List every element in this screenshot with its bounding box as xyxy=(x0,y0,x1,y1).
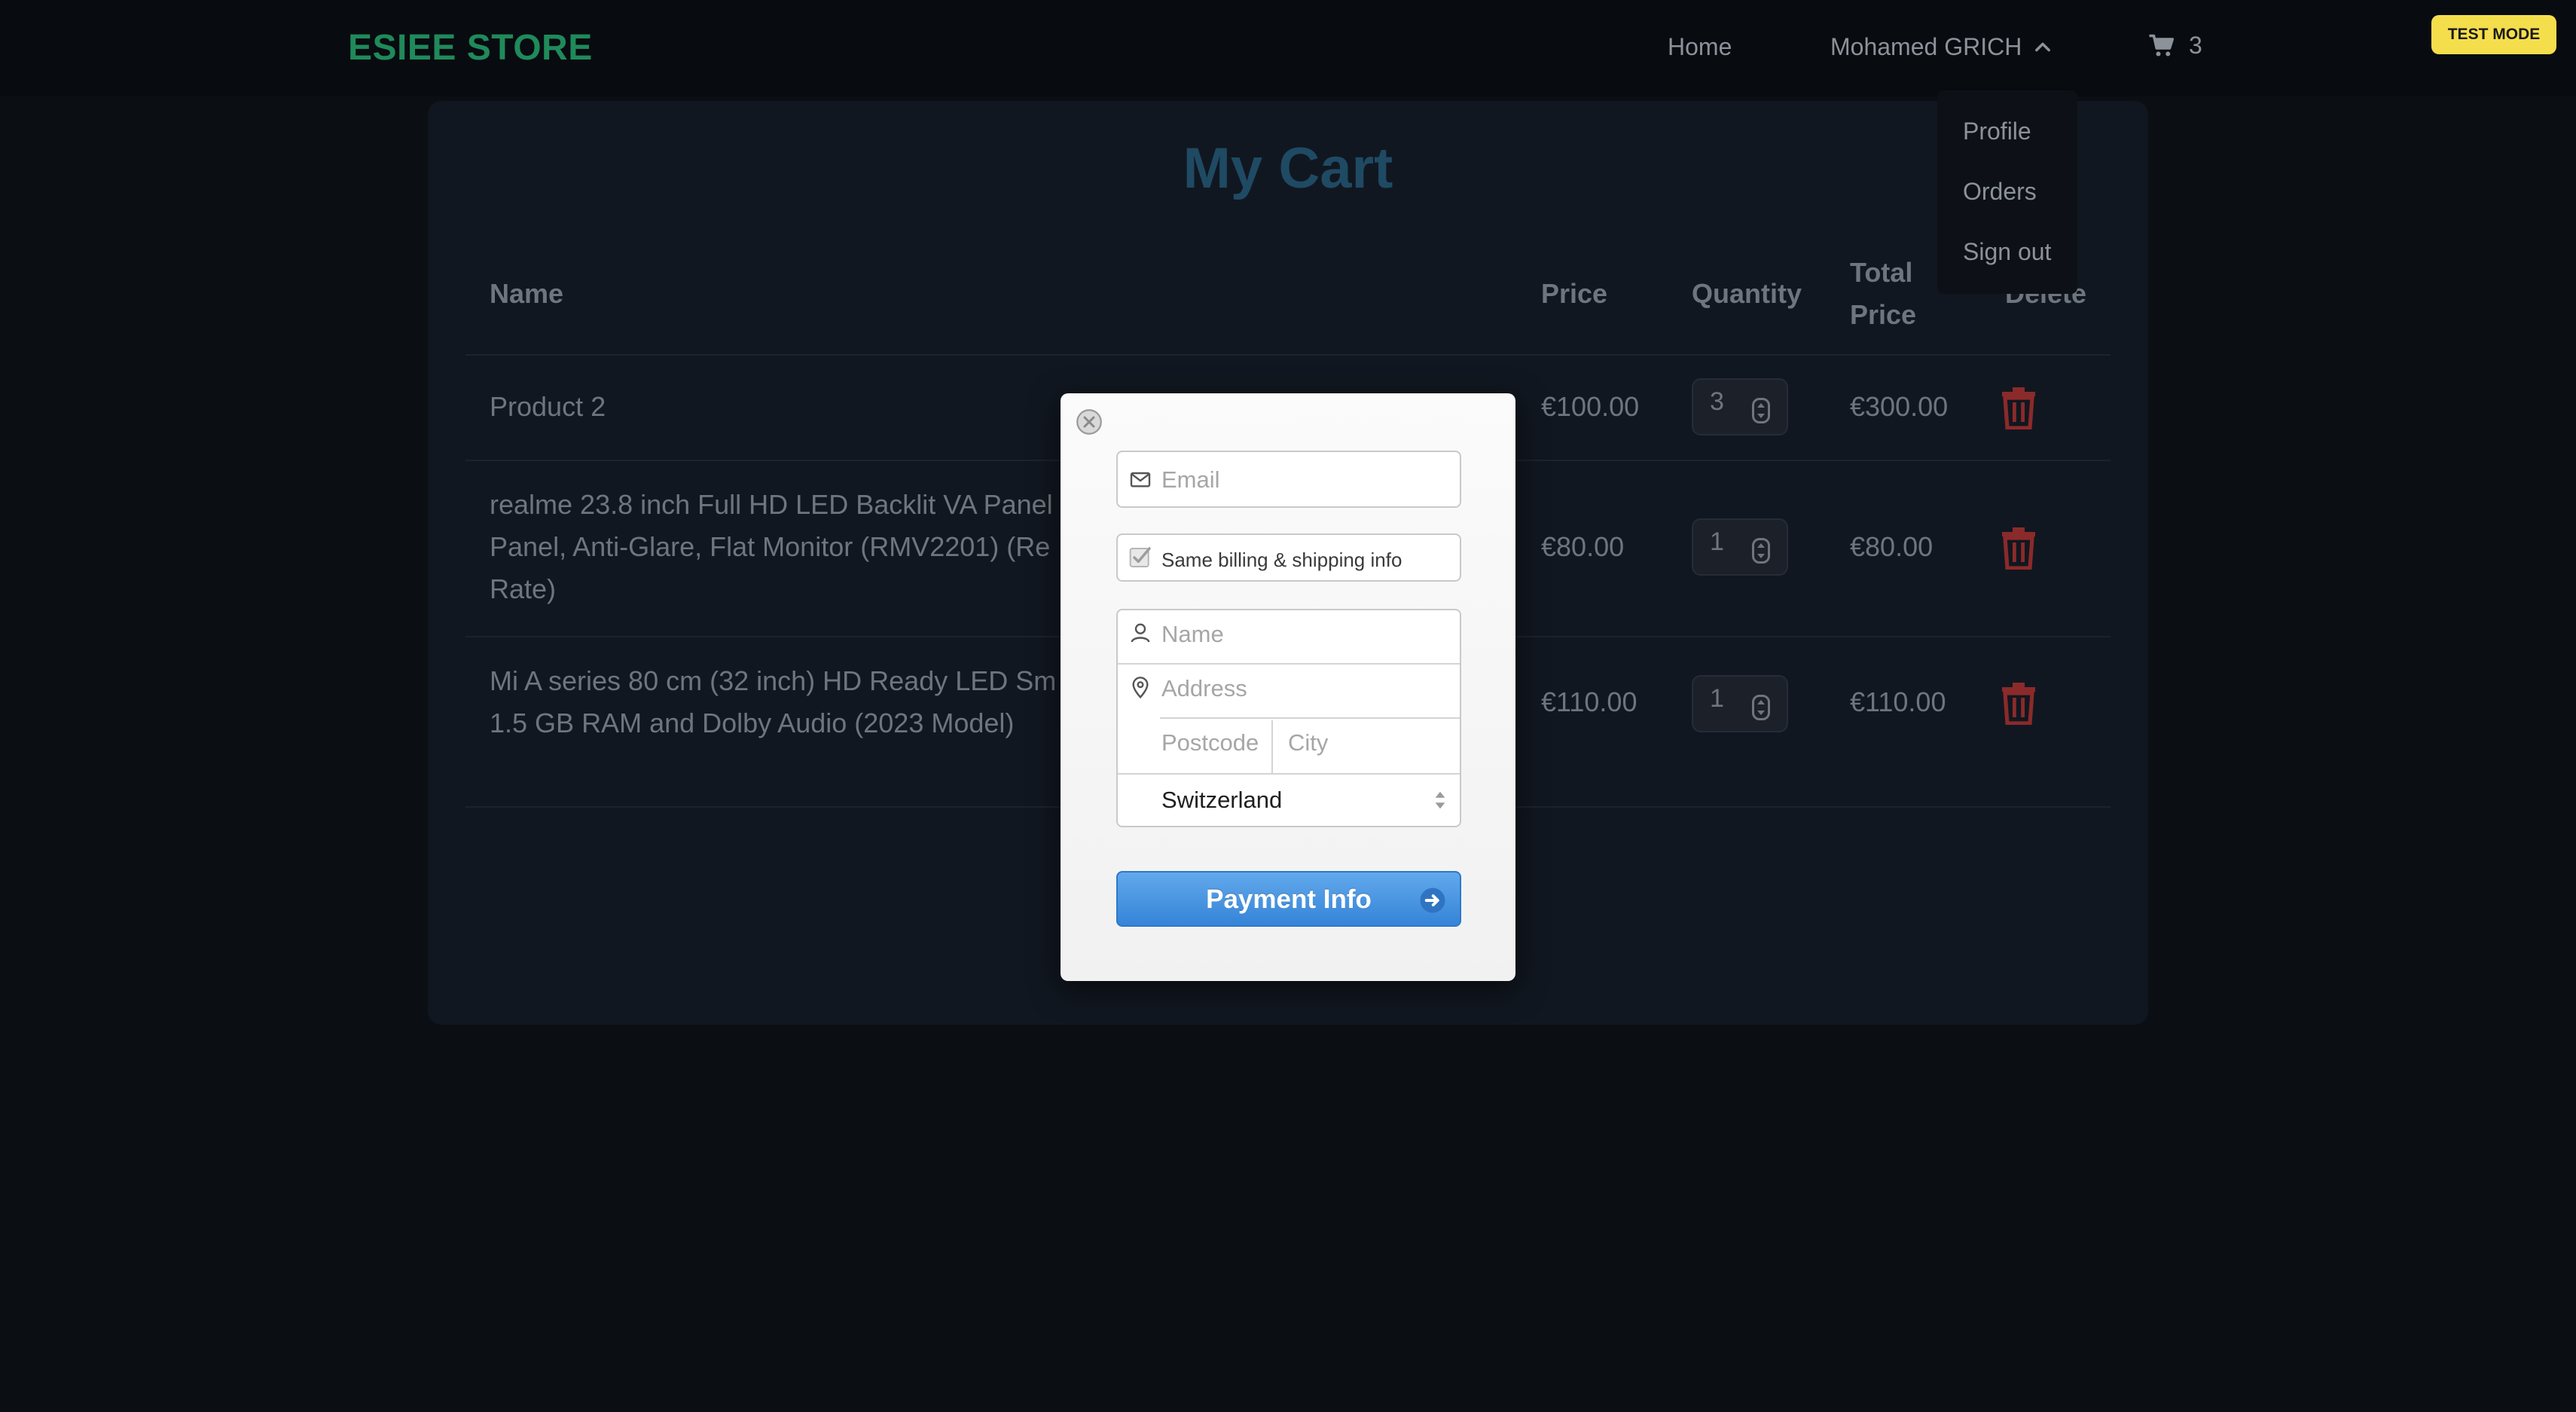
dropdown-item-sign-out[interactable]: Sign out xyxy=(1963,238,2051,266)
address-placeholder: Address xyxy=(1161,675,1247,701)
arrow-right-icon xyxy=(1420,888,1445,913)
table-divider xyxy=(465,354,2111,356)
dropdown-item-profile[interactable]: Profile xyxy=(1963,118,2031,145)
trash-icon[interactable] xyxy=(2001,527,2037,570)
product-name-line: Mi A series 80 cm (32 inch) HD Ready LED… xyxy=(490,665,1057,696)
product-name: Product 2 xyxy=(490,391,606,422)
quantity-value: 1 xyxy=(1710,527,1724,556)
email-placeholder: Email xyxy=(1161,466,1220,493)
shopping-cart-icon xyxy=(2149,34,2175,56)
user-icon xyxy=(1131,623,1150,643)
field-divider xyxy=(1271,720,1273,775)
same-billing-checkbox[interactable]: Same billing & shipping info xyxy=(1116,533,1461,582)
user-menu-toggle[interactable]: Mohamed GRICH xyxy=(1830,33,2053,61)
page-title: My Cart xyxy=(1183,136,1393,200)
quantity-value: 3 xyxy=(1710,387,1724,416)
spinner-icon[interactable] xyxy=(1752,538,1770,564)
quantity-value: 1 xyxy=(1710,684,1724,713)
payment-info-button[interactable]: Payment Info xyxy=(1116,871,1461,927)
email-field[interactable]: Email xyxy=(1116,451,1461,508)
product-name-line: Rate) xyxy=(490,573,557,604)
chevron-up-icon xyxy=(2035,42,2051,51)
user-name: Mohamed GRICH xyxy=(1830,33,2022,60)
country-value: Switzerland xyxy=(1161,787,1283,813)
same-billing-label: Same billing & shipping info xyxy=(1161,549,1402,571)
postcode-field[interactable]: Postcode xyxy=(1161,729,1259,756)
address-field-group: Name Address Postcode City Switzerland xyxy=(1116,609,1461,827)
close-icon[interactable] xyxy=(1076,408,1103,436)
field-divider xyxy=(1160,717,1460,719)
quantity-stepper[interactable]: 3 xyxy=(1692,378,1788,436)
location-pin-icon xyxy=(1132,677,1149,699)
product-price: €80.00 xyxy=(1541,531,1625,562)
quantity-stepper[interactable]: 1 xyxy=(1692,518,1788,576)
cart-link[interactable]: 3 xyxy=(2148,32,2202,60)
city-field[interactable]: City xyxy=(1288,729,1328,756)
column-header-total-line1: Total xyxy=(1850,257,1913,288)
select-arrows-icon xyxy=(1435,791,1445,809)
nav-home-link[interactable]: Home xyxy=(1668,33,1732,61)
product-name-line: 1.5 GB RAM and Dolby Audio (2023 Model) xyxy=(490,708,1015,738)
checkbox-checked-icon[interactable] xyxy=(1128,546,1152,570)
trash-icon[interactable] xyxy=(2001,387,2037,429)
product-total: €300.00 xyxy=(1850,391,1949,422)
column-header-total-line2: Price xyxy=(1850,299,1917,330)
spinner-icon[interactable] xyxy=(1752,695,1770,720)
product-total: €80.00 xyxy=(1850,531,1934,562)
product-price: €110.00 xyxy=(1541,686,1637,717)
column-header-quantity: Quantity xyxy=(1692,278,1802,309)
dropdown-item-orders[interactable]: Orders xyxy=(1963,178,2037,206)
name-placeholder: Name xyxy=(1161,621,1224,647)
column-header-name: Name xyxy=(490,278,564,309)
product-name-line: realme 23.8 inch Full HD LED Backlit VA … xyxy=(490,489,1053,520)
field-divider xyxy=(1118,773,1460,775)
product-price: €100.00 xyxy=(1541,391,1640,422)
user-dropdown-menu: Profile Orders Sign out xyxy=(1937,90,2077,294)
envelope-icon xyxy=(1130,472,1151,487)
checkout-modal: Email Same billing & shipping info Name … xyxy=(1061,393,1515,981)
product-total: €110.00 xyxy=(1850,686,1946,717)
cart-count: 3 xyxy=(2189,32,2202,59)
product-name-line: Panel, Anti-Glare, Flat Monitor (RMV2201… xyxy=(490,531,1051,562)
field-divider xyxy=(1118,663,1460,665)
brand-logo[interactable]: ESIEE STORE xyxy=(348,27,593,69)
test-mode-badge: TEST MODE xyxy=(2431,15,2556,54)
quantity-stepper[interactable]: 1 xyxy=(1692,675,1788,732)
trash-icon[interactable] xyxy=(2001,683,2037,725)
column-header-price: Price xyxy=(1541,278,1608,309)
spinner-icon[interactable] xyxy=(1752,398,1770,423)
payment-info-label: Payment Info xyxy=(1206,885,1372,914)
navbar: ESIEE STORE Home Mohamed GRICH 3 xyxy=(0,0,2576,96)
